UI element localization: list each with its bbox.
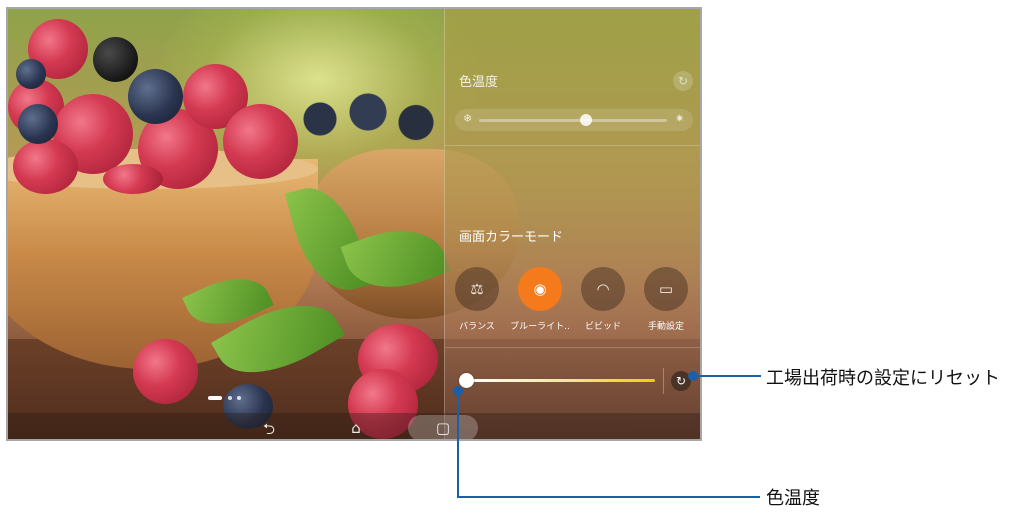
bluelight-level-slider[interactable]	[459, 373, 655, 389]
navigation-bar: ⮌ ⌂ ▢	[8, 413, 700, 439]
home-icon[interactable]: ⌂	[344, 419, 368, 437]
balance-scale-icon: ⚖	[455, 267, 499, 311]
color-mode-options: ⚖ バランス ◉ ブルーライト.. ◠ ビビッド ▭ 手動設定	[445, 267, 700, 347]
page-indicator-current	[208, 396, 222, 400]
bluelight-level-knob[interactable]	[459, 373, 474, 388]
display-settings-panel: 色温度 ↻ ❄ ✷ 画面カラーモード ⚖ バランス ◉ ブルーライト.. ◠ ビ…	[444, 9, 700, 439]
mode-label: 手動設定	[647, 322, 684, 332]
rainbow-arcs-icon: ◠	[581, 267, 625, 311]
color-temp-callout-vline	[457, 394, 459, 498]
bluelight-level-track	[465, 379, 655, 382]
mode-label: バランス	[459, 322, 495, 332]
color-temperature-slider[interactable]: ❄ ✷	[455, 109, 693, 131]
recent-apps-icon[interactable]: ▢	[431, 419, 455, 437]
panel-divider	[445, 145, 700, 146]
warm-sun-icon: ✷	[675, 112, 685, 125]
mode-balance[interactable]: ⚖ バランス	[446, 267, 508, 332]
color-temperature-track	[479, 119, 667, 122]
page-indicator-dot	[228, 396, 232, 400]
color-temperature-title: 色温度	[459, 75, 499, 90]
page-indicator	[208, 395, 248, 401]
cold-snowflake-icon: ❄	[463, 112, 473, 125]
separator	[663, 368, 664, 394]
back-icon[interactable]: ⮌	[257, 419, 281, 439]
tablet-screen: 色温度 ↻ ❄ ✷ 画面カラーモード ⚖ バランス ◉ ブルーライト.. ◠ ビ…	[6, 7, 702, 441]
raspberry	[103, 164, 163, 194]
color-temp-callout-hline	[457, 496, 760, 498]
reset-callout-label: 工場出荷時の設定にリセット	[766, 368, 1000, 389]
mode-label: ビビッド	[584, 322, 621, 332]
page-indicator-dot	[237, 396, 241, 400]
blueberry	[128, 69, 183, 124]
custom-settings-icon: ▭	[644, 267, 688, 311]
blueberry	[16, 59, 46, 89]
eye-shield-icon: ◉	[518, 267, 562, 311]
blueberry	[18, 104, 58, 144]
raspberry	[13, 139, 78, 194]
mode-bluelight-filter[interactable]: ◉ ブルーライト..	[509, 267, 571, 332]
mode-label: ブルーライト..	[510, 322, 570, 332]
color-temperature-knob[interactable]	[580, 114, 593, 126]
reset-icon: ↻	[675, 374, 687, 388]
mode-vivid[interactable]: ◠ ビビッド	[572, 267, 634, 332]
mode-custom[interactable]: ▭ 手動設定	[635, 267, 697, 332]
raspberry	[133, 339, 198, 404]
wallpaper-blueberries	[288, 84, 448, 154]
reset-callout-line	[697, 375, 761, 377]
panel-divider	[445, 347, 700, 348]
raspberry	[223, 104, 298, 179]
blackberry	[93, 37, 138, 82]
color-temperature-reset-icon[interactable]: ↻	[673, 71, 693, 91]
color-mode-title: 画面カラーモード	[459, 230, 564, 245]
color-temp-callout-label: 色温度	[766, 488, 820, 509]
